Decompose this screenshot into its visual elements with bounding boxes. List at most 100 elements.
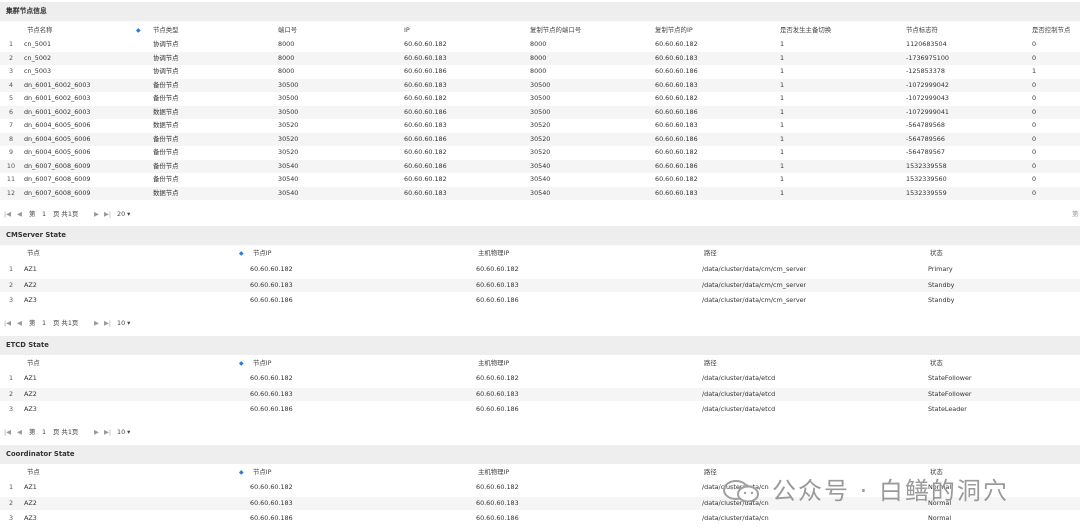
page-size-select[interactable]: 10 ▾ — [117, 425, 130, 439]
table-cell: -1736975100 — [906, 53, 949, 62]
table-cell: AZ2 — [24, 280, 37, 289]
table-cell: cn_5001 — [24, 40, 52, 48]
page-input[interactable]: 1 — [42, 207, 46, 221]
table-row[interactable]: 2 cn_5002 协调节点 8000 60.60.60.183 8000 60.60.60… — [0, 51, 1080, 65]
sort-icon[interactable]: ◆ — [239, 247, 244, 260]
col-header[interactable]: 主机物理IP — [478, 466, 509, 479]
table-cell: 30520 — [278, 134, 299, 143]
prev-page-icon[interactable]: ◀ — [17, 316, 22, 330]
row-number: 4 — [8, 80, 14, 89]
table-row[interactable]: 4 dn_6001_6002_6003 备份节点 30500 60.60.60.183 3… — [0, 78, 1080, 92]
page-size-select[interactable]: 10 ▾ — [117, 316, 130, 330]
table-row[interactable]: 11 dn_6007_6008_6009 备份节点 30540 60.60.60.182… — [0, 173, 1080, 186]
table-row[interactable]: 3 cn_5003 协调节点 8000 60.60.60.186 8000 60.60.60… — [0, 65, 1080, 78]
table-cell: dn_6004_6005_6006 — [24, 148, 91, 156]
col-header[interactable]: 节点 — [27, 357, 40, 370]
col-header[interactable]: 是否控制节点 — [1032, 24, 1070, 37]
col-header[interactable]: 节点 — [27, 247, 40, 260]
prev-page-icon[interactable]: ◀ — [17, 207, 22, 221]
sort-icon[interactable]: ◆ — [239, 466, 244, 479]
col-header[interactable]: 路径 — [704, 247, 717, 260]
cluster-panel-title: 集群节点信息 — [0, 2, 1080, 21]
table-row[interactable]: 9 dn_6004_6005_6006 备份节点 30520 60.60.60.182 3… — [0, 146, 1080, 159]
col-header[interactable]: 节点类型 — [153, 24, 179, 37]
table-cell: dn_6007_6008_6009 — [24, 188, 91, 197]
table-cell: AZ3 — [24, 514, 37, 522]
last-page-icon[interactable]: ▶| — [104, 316, 111, 330]
table-cell: 8000 — [530, 67, 547, 75]
first-page-icon[interactable]: |◀ — [4, 207, 11, 221]
page-size-select[interactable]: 20 ▾ — [117, 207, 130, 221]
col-header[interactable]: 节点IP — [253, 357, 272, 370]
col-header[interactable]: 节点IP — [253, 466, 272, 479]
table-row[interactable]: 2 AZ2 60.60.60.183 60.60.60.183/data/cluste… — [0, 387, 1080, 401]
next-page-icon[interactable]: ▶ — [94, 425, 99, 439]
table-row[interactable]: 2 AZ2 60.60.60.183 60.60.60.183/data/cluste… — [0, 278, 1080, 292]
page-input[interactable]: 1 — [42, 316, 46, 330]
table-cell: 60.60.60.182 — [655, 175, 698, 183]
table-row[interactable]: 6 dn_6001_6002_6003 数据节点 30500 60.60.60.186 3… — [0, 105, 1080, 119]
table-row[interactable]: 5 dn_6001_6002_6003 备份节点 30500 60.60.60.182 3… — [0, 92, 1080, 105]
col-header[interactable]: 状态 — [930, 357, 943, 370]
table-cell: 60.60.60.182 — [476, 374, 519, 382]
table-cell: 1120683504 — [906, 40, 947, 48]
table-cell: 0 — [1032, 94, 1037, 102]
table-cell: 1 — [780, 40, 785, 48]
table-cell: 30520 — [530, 121, 551, 129]
table-cell: Standby — [928, 296, 955, 304]
first-page-icon[interactable]: |◀ — [4, 425, 11, 439]
next-page-icon[interactable]: ▶ — [94, 207, 99, 221]
col-header[interactable]: 主机物理IP — [478, 357, 509, 370]
table-cell: 60.60.60.183 — [404, 188, 447, 197]
sort-icon[interactable]: ◆ — [136, 24, 141, 37]
last-page-icon[interactable]: ▶| — [104, 207, 111, 221]
table-cell: 30500 — [530, 94, 551, 102]
table-cell: /data/cluster/data/etcd — [702, 405, 776, 413]
table-cell: 30540 — [278, 175, 299, 183]
table-row[interactable]: 12 dn_6007_6008_6009 数据节点 30540 60.60.60.183… — [0, 186, 1080, 200]
table-row[interactable]: 1 cn_5001 协调节点 8000 60.60.60.182 8000 60.60.60… — [0, 38, 1080, 51]
table-cell: /data/cluster/data/cm/cm_server — [702, 265, 807, 273]
col-header[interactable]: 主机物理IP — [478, 247, 509, 260]
table-cell: 1 — [780, 94, 785, 102]
table-row[interactable]: 10 dn_6007_6008_6009 备份节点 30540 60.60.60.186… — [0, 159, 1080, 173]
col-header[interactable]: 节点标志符 — [906, 24, 938, 37]
col-header[interactable]: 是否发生主备切换 — [780, 24, 831, 37]
last-page-icon[interactable]: ▶| — [104, 425, 111, 439]
table-row[interactable]: 8 dn_6004_6005_6006 备份节点 30520 60.60.60.186 3… — [0, 132, 1080, 146]
table-cell: 备份节点 — [153, 134, 179, 143]
col-header[interactable]: 节点 — [27, 466, 40, 479]
page-input[interactable]: 1 — [42, 425, 46, 439]
col-header[interactable]: 路径 — [704, 357, 717, 370]
col-header[interactable]: 复制节点的IP — [655, 24, 693, 37]
col-header[interactable]: 端口号 — [278, 24, 297, 37]
table-row[interactable]: 3 AZ3 60.60.60.186 60.60.60.186/data/cluste… — [0, 403, 1080, 416]
table-cell: dn_6007_6008_6009 — [24, 161, 91, 170]
prev-page-icon[interactable]: ◀ — [17, 425, 22, 439]
col-header[interactable]: 状态 — [930, 247, 943, 260]
table-cell: 30540 — [278, 188, 299, 197]
table-cell: 60.60.60.183 — [655, 53, 698, 62]
col-header[interactable]: IP — [404, 24, 410, 37]
table-cell: 30520 — [278, 121, 299, 129]
col-header[interactable]: 节点名称 — [27, 24, 53, 37]
table-cell: /data/cluster/data/etcd — [702, 374, 776, 382]
table-cell: 1 — [780, 188, 785, 197]
table-row[interactable]: 7 dn_6004_6005_6006 数据节点 30520 60.60.60.183 3… — [0, 119, 1080, 132]
row-number: 3 — [8, 514, 14, 522]
next-page-icon[interactable]: ▶ — [94, 316, 99, 330]
table-row[interactable]: 1 AZ1 60.60.60.182 60.60.60.182/data/cluste… — [0, 263, 1080, 276]
row-number: 3 — [8, 296, 14, 304]
table-row[interactable]: 3 AZ3 60.60.60.186 60.60.60.186/data/cluste… — [0, 512, 1080, 525]
table-row[interactable]: 3 AZ3 60.60.60.186 60.60.60.186/data/cluste… — [0, 294, 1080, 307]
table-cell: 60.60.60.183 — [404, 53, 447, 62]
table-row[interactable]: 1 AZ1 60.60.60.182 60.60.60.182/data/cluste… — [0, 372, 1080, 385]
col-header[interactable]: 节点IP — [253, 247, 272, 260]
col-header[interactable]: 路径 — [704, 466, 717, 479]
table-cell: 8000 — [530, 40, 547, 48]
table-cell: 60.60.60.183 — [476, 280, 519, 289]
table-cell: 60.60.60.183 — [655, 121, 698, 129]
sort-icon[interactable]: ◆ — [239, 357, 244, 370]
col-header[interactable]: 复制节点的端口号 — [530, 24, 581, 37]
first-page-icon[interactable]: |◀ — [4, 316, 11, 330]
